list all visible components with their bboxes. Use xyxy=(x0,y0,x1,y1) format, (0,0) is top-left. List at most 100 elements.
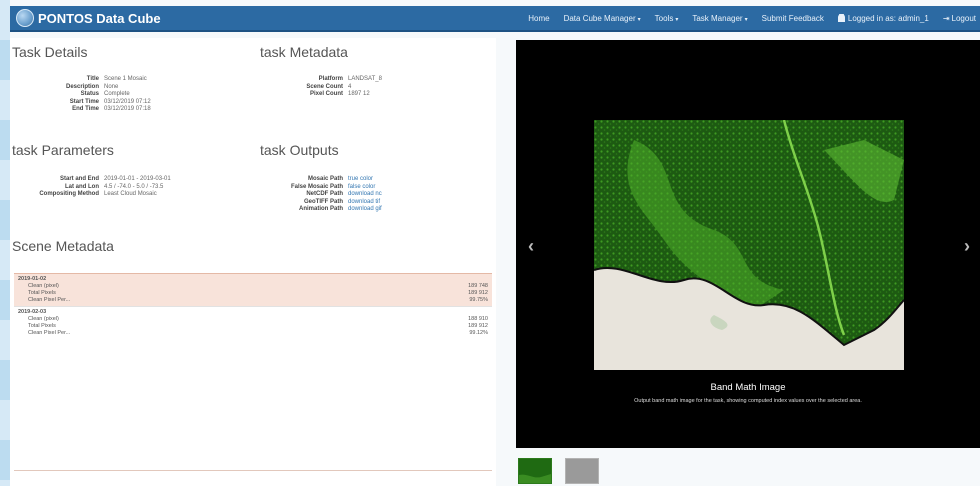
task-metadata-title: task Metadata xyxy=(260,44,348,60)
kv-value: 1897 12 xyxy=(348,91,370,97)
kv-key: Pixel Count xyxy=(309,91,343,97)
kv-row: Status Complete xyxy=(10,91,151,99)
scene-key: Clean Pixel Per... xyxy=(28,297,71,303)
output-link[interactable]: download nc xyxy=(348,191,382,199)
kv-row: GeoTIFF Path download tif xyxy=(260,199,382,207)
scene-row: Total Pixels 189 912 xyxy=(18,290,488,297)
scene-metadata-table: 2019-01-02 Clean (pixel) 189 748 Total Pi… xyxy=(14,273,492,339)
kv-value: Least Cloud Mosaic xyxy=(104,191,157,197)
kv-row: Platform LANDSAT_8 xyxy=(260,76,382,84)
page-edge-decoration xyxy=(0,0,10,486)
kv-row: Start Time 03/12/2019 07:12 xyxy=(10,99,151,107)
kv-key: Status xyxy=(80,91,99,97)
kv-key: Animation Path xyxy=(298,206,343,212)
divider xyxy=(14,470,492,471)
kv-key: Lat and Lon xyxy=(65,183,99,190)
carousel-caption-text: Output band math image for the task, sho… xyxy=(634,398,862,404)
scene-metadata-title: Scene Metadata xyxy=(12,238,114,254)
scene-value: 99.12% xyxy=(469,330,488,336)
kv-row: Mosaic Path true color xyxy=(260,176,382,184)
task-parameters-list: Start and End 2019-01-01 - 2019-03-01 Lat… xyxy=(10,176,171,199)
kv-row: NetCDF Path download nc xyxy=(260,191,382,199)
kv-row: Lat and Lon 4.5 / -74.0 - 5.0 / -73.5 xyxy=(10,184,171,192)
scene-group[interactable]: 2019-02-03 Clean (pixel) 188 910 Total Pi… xyxy=(14,306,492,339)
caret-down-icon: ▾ xyxy=(675,16,679,23)
nav-tools[interactable]: Tools ▾ xyxy=(655,14,679,23)
caret-down-icon: ▾ xyxy=(637,16,641,23)
task-outputs-list: Mosaic Path true color False Mosaic Path f… xyxy=(260,176,382,214)
kv-key: Start and End xyxy=(59,176,99,182)
scene-key: Clean Pixel Per... xyxy=(28,330,71,336)
task-outputs-title: task Outputs xyxy=(260,142,339,158)
scene-group[interactable]: 2019-01-02 Clean (pixel) 189 748 Total Pi… xyxy=(14,273,492,306)
band-math-image xyxy=(594,120,904,370)
kv-key: False Mosaic Path xyxy=(290,183,343,190)
kv-value: Complete xyxy=(104,91,130,97)
scene-key: Clean (pixel) xyxy=(28,316,59,322)
scene-row: Clean Pixel Per... 99.12% xyxy=(18,330,488,337)
kv-value: 4 xyxy=(348,83,352,90)
scene-value: 189 912 xyxy=(468,323,488,329)
top-navbar: PONTOS Data Cube Home Data Cube Manager ▾… xyxy=(10,6,980,32)
output-link[interactable]: true color xyxy=(348,176,373,184)
globe-logo-icon xyxy=(16,9,34,27)
thumbnail-graphic xyxy=(519,459,551,483)
kv-row: Scene Count 4 xyxy=(260,84,382,92)
kv-value: 03/12/2019 07:12 xyxy=(104,98,151,105)
logout-icon: ⇥ xyxy=(942,13,950,23)
output-link[interactable]: false color xyxy=(348,184,375,192)
kv-key: Start Time xyxy=(69,98,99,105)
scene-date: 2019-01-02 xyxy=(18,276,47,282)
output-link[interactable]: download gif xyxy=(348,206,382,214)
task-details-list: Title Scene 1 Mosaic Description None Stat… xyxy=(10,76,151,114)
kv-value: None xyxy=(104,83,119,90)
kv-row: Title Scene 1 Mosaic xyxy=(10,76,151,84)
kv-value: 03/12/2019 07:18 xyxy=(104,106,151,112)
nav-data-cube-manager[interactable]: Data Cube Manager ▾ xyxy=(564,14,641,23)
kv-key: Platform xyxy=(318,76,343,82)
chevron-left-icon[interactable]: ‹ xyxy=(528,236,534,257)
kv-key: Description xyxy=(65,83,99,90)
nav-home[interactable]: Home xyxy=(528,14,549,23)
nav-user[interactable]: Logged in as: admin_1 xyxy=(837,13,929,23)
band-math-raster xyxy=(594,120,904,370)
scene-value: 188 910 xyxy=(468,316,488,322)
caret-down-icon: ▾ xyxy=(744,16,748,23)
scene-row: Clean (pixel) 189 748 xyxy=(18,283,488,290)
kv-key: Title xyxy=(86,76,99,82)
thumbnail-placeholder[interactable] xyxy=(565,458,599,484)
output-link[interactable]: download tif xyxy=(348,199,380,207)
task-parameters-title: task Parameters xyxy=(12,142,114,158)
brand[interactable]: PONTOS Data Cube xyxy=(10,9,470,27)
kv-key: End Time xyxy=(72,106,99,112)
kv-key: GeoTIFF Path xyxy=(304,198,343,205)
scene-key: Total Pixels xyxy=(28,323,56,329)
nav-menu: Home Data Cube Manager ▾ Tools ▾ Task Mana… xyxy=(470,13,980,23)
carousel-caption-title: Band Math Image xyxy=(710,382,786,393)
kv-value: 2019-01-01 - 2019-03-01 xyxy=(104,176,171,182)
kv-value: Scene 1 Mosaic xyxy=(104,76,147,82)
kv-value: 4.5 / -74.0 - 5.0 / -73.5 xyxy=(104,183,164,190)
kv-row: Compositing Method Least Cloud Mosaic xyxy=(10,191,171,199)
nav-submit-feedback[interactable]: Submit Feedback xyxy=(762,14,824,23)
kv-row: False Mosaic Path false color xyxy=(260,184,382,192)
nav-task-manager[interactable]: Task Manager ▾ xyxy=(692,14,747,23)
kv-key: Compositing Method xyxy=(39,191,99,197)
kv-row: End Time 03/12/2019 07:18 xyxy=(10,106,151,114)
scene-row: Clean (pixel) 188 910 xyxy=(18,316,488,323)
scene-row: Clean Pixel Per... 99.75% xyxy=(18,297,488,304)
thumbnail-band-math[interactable] xyxy=(518,458,552,484)
kv-key: Scene Count xyxy=(306,83,343,90)
kv-row: Description None xyxy=(10,84,151,92)
kv-row: Pixel Count 1897 12 xyxy=(260,91,382,99)
chevron-right-icon[interactable]: › xyxy=(964,236,970,257)
scene-value: 189 912 xyxy=(468,290,488,296)
kv-key: Mosaic Path xyxy=(307,176,343,182)
image-carousel: ‹ › Band Math Image Output band math ima… xyxy=(516,40,980,448)
brand-name: PONTOS Data Cube xyxy=(38,10,161,26)
scene-row: Total Pixels 189 912 xyxy=(18,323,488,330)
nav-logout[interactable]: ⇥ Logout xyxy=(943,14,976,23)
task-info-panel: Task Details Title Scene 1 Mosaic Descrip… xyxy=(10,38,496,486)
scene-date: 2019-02-03 xyxy=(18,309,47,315)
task-details-title: Task Details xyxy=(12,44,88,60)
